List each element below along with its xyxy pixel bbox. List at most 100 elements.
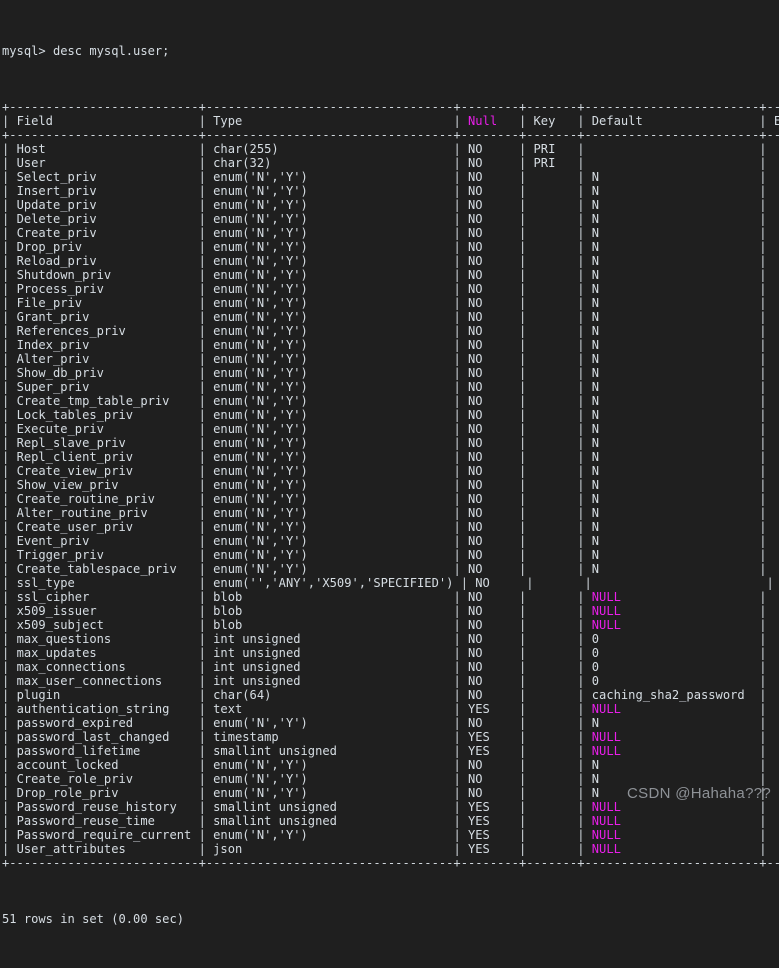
table-row: | Insert_priv | enum('N','Y') | NO | | N…	[2, 184, 779, 198]
cell-divider: |	[453, 212, 468, 226]
cell-field: x509_issuer	[16, 604, 97, 618]
cell-divider: |	[2, 324, 17, 338]
cell-divider: |	[577, 660, 592, 674]
cell-padding	[104, 366, 199, 380]
cell-padding	[191, 114, 198, 128]
cell-type: char(255)	[213, 142, 279, 156]
table-row: | account_locked | enum('N','Y') | NO | …	[2, 758, 779, 772]
cell-field: Drop_role_priv	[16, 786, 119, 800]
cell-divider: |	[577, 506, 592, 520]
cell-padding	[534, 478, 578, 492]
cell-divider: |	[453, 814, 468, 828]
cell-divider: |	[453, 408, 468, 422]
cell-divider: |	[759, 352, 774, 366]
cell-padding	[483, 646, 519, 660]
table-row: | References_priv | enum('N','Y') | NO |…	[2, 324, 779, 338]
cell-padding	[621, 604, 759, 618]
cell-type: enum('N','Y')	[213, 212, 308, 226]
cell-divider: |	[759, 604, 774, 618]
cell-divider: |	[2, 842, 17, 856]
cell-divider: |	[759, 646, 774, 660]
cell-default: N	[591, 758, 600, 772]
cell-divider: |	[759, 702, 774, 716]
cell-divider: |	[577, 772, 592, 786]
cell-divider: |	[759, 366, 774, 380]
cell-divider: |	[2, 548, 17, 562]
cell-padding	[308, 422, 454, 436]
table-row: | Host | char(255) | NO | PRI | | |	[2, 142, 779, 156]
cell-default: N	[591, 226, 600, 240]
csdn-watermark: CSDN @Hahaha???	[627, 785, 771, 802]
cell-type: text	[213, 702, 243, 716]
cell-padding	[534, 534, 578, 548]
cell-divider: |	[759, 422, 774, 436]
cell-divider: |	[577, 352, 592, 366]
cell-padding	[774, 436, 779, 450]
cell-padding	[534, 324, 578, 338]
cell-field: Create_tablespace_priv	[16, 562, 177, 576]
cell-divider: |	[453, 464, 468, 478]
cell-padding	[89, 380, 198, 394]
cell-divider: |	[198, 380, 214, 394]
cell-default: N	[591, 296, 600, 310]
cell-padding	[774, 394, 779, 408]
cell-padding	[599, 394, 759, 408]
cell-padding	[599, 352, 759, 366]
cell-null: YES	[468, 842, 490, 856]
cell-padding	[308, 450, 454, 464]
cell-null: NO	[468, 506, 483, 520]
cell-default: N	[591, 282, 600, 296]
cell-padding	[534, 548, 578, 562]
cell-divider: |	[453, 492, 468, 506]
cell-field: max_questions	[16, 632, 112, 646]
cell-divider: |	[577, 324, 592, 338]
cell-padding	[119, 478, 199, 492]
table-row: | authentication_string | text | YES | |…	[2, 702, 779, 716]
cell-divider: |	[2, 254, 17, 268]
cell-type: enum('N','Y')	[213, 240, 308, 254]
cell-divider: |	[577, 786, 592, 800]
cell-type: blob	[213, 604, 243, 618]
cell-padding	[534, 352, 578, 366]
cell-padding	[534, 338, 578, 352]
cell-field: Insert_priv	[16, 184, 97, 198]
cell-divider: |	[577, 646, 592, 660]
cell-divider: |	[759, 772, 774, 786]
terminal-screen: mysql> desc mysql.user; +---------------…	[2, 2, 779, 968]
cell-padding	[483, 324, 519, 338]
cell-padding	[82, 240, 199, 254]
cell-divider: |	[759, 142, 774, 156]
table-row: | Password_reuse_time | smallint unsigne…	[2, 814, 779, 828]
cell-default: N	[591, 184, 600, 198]
cell-field: Repl_client_priv	[16, 450, 134, 464]
cell-field: Create_user_priv	[16, 520, 134, 534]
table-border-top: +--------------------------+------------…	[2, 100, 779, 114]
cell-divider: |	[2, 422, 17, 436]
cell-divider: |	[518, 478, 534, 492]
cell-divider: |	[453, 534, 468, 548]
cell-padding	[308, 198, 454, 212]
table-row: | Process_priv | enum('N','Y') | NO | | …	[2, 282, 779, 296]
cell-padding	[308, 282, 454, 296]
cell-divider: |	[518, 268, 534, 282]
cell-field: User	[16, 156, 46, 170]
column-header-default: Default	[591, 114, 752, 128]
cell-padding	[534, 366, 578, 380]
table-row: | Trigger_priv | enum('N','Y') | NO | | …	[2, 548, 779, 562]
cell-divider: |	[198, 562, 214, 576]
cell-divider: |	[2, 478, 17, 492]
table-row: | Event_priv | enum('N','Y') | NO | | N …	[2, 534, 779, 548]
cell-field: Drop_priv	[16, 240, 83, 254]
cell-padding	[621, 590, 759, 604]
cell-padding	[483, 618, 519, 632]
cell-padding	[483, 450, 519, 464]
prompt-text: mysql> desc mysql.user;	[2, 44, 170, 58]
terminal-window[interactable]: mysql> desc mysql.user; +---------------…	[0, 0, 779, 926]
cell-divider: |	[518, 520, 534, 534]
cell-divider: |	[198, 646, 214, 660]
cell-padding	[599, 758, 759, 772]
cell-divider: |	[518, 660, 534, 674]
cell-divider: |	[759, 562, 774, 576]
cell-default: N	[591, 380, 600, 394]
cell-padding	[774, 184, 779, 198]
